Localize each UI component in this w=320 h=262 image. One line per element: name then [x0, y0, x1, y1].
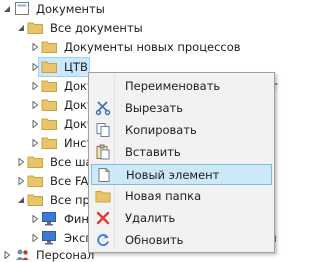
menu-item-delete[interactable]: Удалить	[91, 208, 272, 229]
menu-item-label: Обновить	[125, 233, 184, 247]
copy-icon	[95, 122, 111, 138]
collapse-arrow-icon[interactable]	[31, 120, 39, 128]
menu-item-rename[interactable]: Переименовать	[91, 76, 272, 97]
new-document-icon	[96, 167, 112, 183]
menu-item-label: Новая папка	[125, 189, 202, 203]
menu-item-label: Вырезать	[125, 101, 183, 115]
tree-item-label: Персонал	[36, 248, 95, 262]
monitor-icon	[41, 211, 58, 226]
scissors-icon	[95, 100, 111, 116]
context-menu: Переименовать Вырезать Копировать Встави…	[88, 72, 275, 253]
tree-item-all-documents[interactable]: Все документы	[0, 19, 275, 38]
refresh-icon	[95, 232, 111, 248]
people-icon	[14, 247, 31, 262]
collapse-arrow-icon[interactable]	[31, 63, 39, 71]
menu-item-label: Новый элемент	[126, 168, 220, 182]
collapse-arrow-icon[interactable]	[31, 43, 39, 51]
menu-item-label: Копировать	[125, 123, 197, 137]
menu-item-new-folder[interactable]: Новая папка	[91, 186, 272, 207]
menu-item-label: Переименовать	[125, 79, 221, 93]
paste-icon	[95, 144, 111, 160]
collapse-arrow-icon[interactable]	[17, 177, 25, 185]
folder-icon	[27, 192, 44, 207]
tree-item-label: Документы	[36, 2, 105, 16]
documents-library-icon	[14, 1, 31, 16]
folder-icon	[41, 116, 58, 131]
folder-icon	[27, 20, 44, 35]
expand-arrow-icon[interactable]	[17, 24, 25, 32]
tree-item-new-process-docs[interactable]: Документы новых процессов	[0, 38, 275, 57]
collapse-arrow-icon[interactable]	[31, 234, 39, 242]
collapse-arrow-icon[interactable]	[31, 215, 39, 223]
folder-icon	[41, 135, 58, 150]
folder-icon	[27, 154, 44, 169]
expand-arrow-icon[interactable]	[17, 196, 25, 204]
collapse-arrow-icon[interactable]	[31, 82, 39, 90]
menu-item-label: Вставить	[125, 145, 181, 159]
tree-item-label: ЦТВ	[64, 60, 88, 74]
monitor-icon	[41, 230, 58, 245]
menu-item-paste[interactable]: Вставить	[91, 142, 272, 163]
collapse-arrow-icon[interactable]	[3, 251, 11, 259]
tree-item-documents[interactable]: Документы	[0, 0, 275, 19]
folder-icon	[41, 97, 58, 112]
menu-item-cut[interactable]: Вырезать	[91, 98, 272, 119]
tree-item-label: Все пр	[50, 193, 90, 207]
folder-icon	[41, 39, 58, 54]
folder-icon	[41, 78, 58, 93]
tree-item-label: Все ша	[50, 155, 93, 169]
expand-arrow-icon[interactable]	[3, 5, 11, 13]
folder-icon	[95, 188, 111, 204]
collapse-arrow-icon[interactable]	[31, 139, 39, 147]
folder-icon	[41, 59, 58, 74]
folder-icon	[27, 173, 44, 188]
tree-item-label: Документы новых процессов	[64, 40, 241, 54]
menu-item-copy[interactable]: Копировать	[91, 120, 272, 141]
delete-x-icon	[95, 210, 111, 226]
menu-item-refresh[interactable]: Обновить	[91, 230, 272, 251]
tree-item-label: Все документы	[50, 21, 143, 35]
collapse-arrow-icon[interactable]	[31, 101, 39, 109]
menu-item-label: Удалить	[125, 211, 176, 225]
menu-item-new-element[interactable]: Новый элемент	[91, 164, 272, 185]
collapse-arrow-icon[interactable]	[17, 158, 25, 166]
